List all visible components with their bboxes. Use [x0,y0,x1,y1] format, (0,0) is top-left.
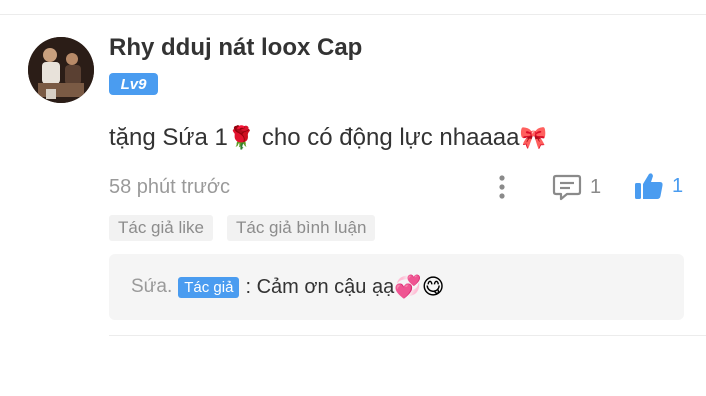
more-options-button[interactable] [490,172,514,202]
ribbon-emoji: 🎀 [519,126,547,151]
reply-button[interactable]: 1 [552,172,601,202]
tag-author-comment: Tác giả bình luận [226,215,376,241]
comment-text-part-2: cho có động lực nhaaaa [255,124,520,151]
comment-text-part-1: tặng Sứa 1 [109,124,228,151]
like-button[interactable]: 1 [634,170,683,202]
bottom-divider [109,335,706,336]
author-badge: Tác giả [178,276,240,298]
reply-text: : Cảm ơn cậu ạạ [245,275,395,298]
reply-box[interactable]: Sứa. Tác giả : Cảm ơn cậu ạạ 💞😋 [109,254,684,320]
reply-author[interactable]: Sứa. [131,276,172,298]
tag-author-like: Tác giả like [109,215,213,241]
comment-icon [552,174,582,201]
tag-list: Tác giả like Tác giả bình luận [109,215,376,241]
comment-text: tặng Sứa 1🌹 cho có động lực nhaaaa🎀 [109,124,547,152]
reply-line: Sứa. Tác giả : Cảm ơn cậu ạạ 💞😋 [131,254,445,320]
rose-emoji: 🌹 [227,126,256,151]
timestamp: 58 phút trước [109,176,231,198]
vertical-dots-icon [499,175,505,199]
thumbs-up-icon [635,173,663,199]
level-badge: Lv9 [109,73,158,95]
username[interactable]: Rhy dduj nát loox Cap [109,34,362,62]
avatar[interactable] [28,37,94,103]
reply-count: 1 [590,175,602,198]
top-divider [0,14,706,15]
reply-emojis: 💞😋 [394,274,445,300]
like-count: 1 [672,174,684,197]
avatar-image [28,37,94,103]
